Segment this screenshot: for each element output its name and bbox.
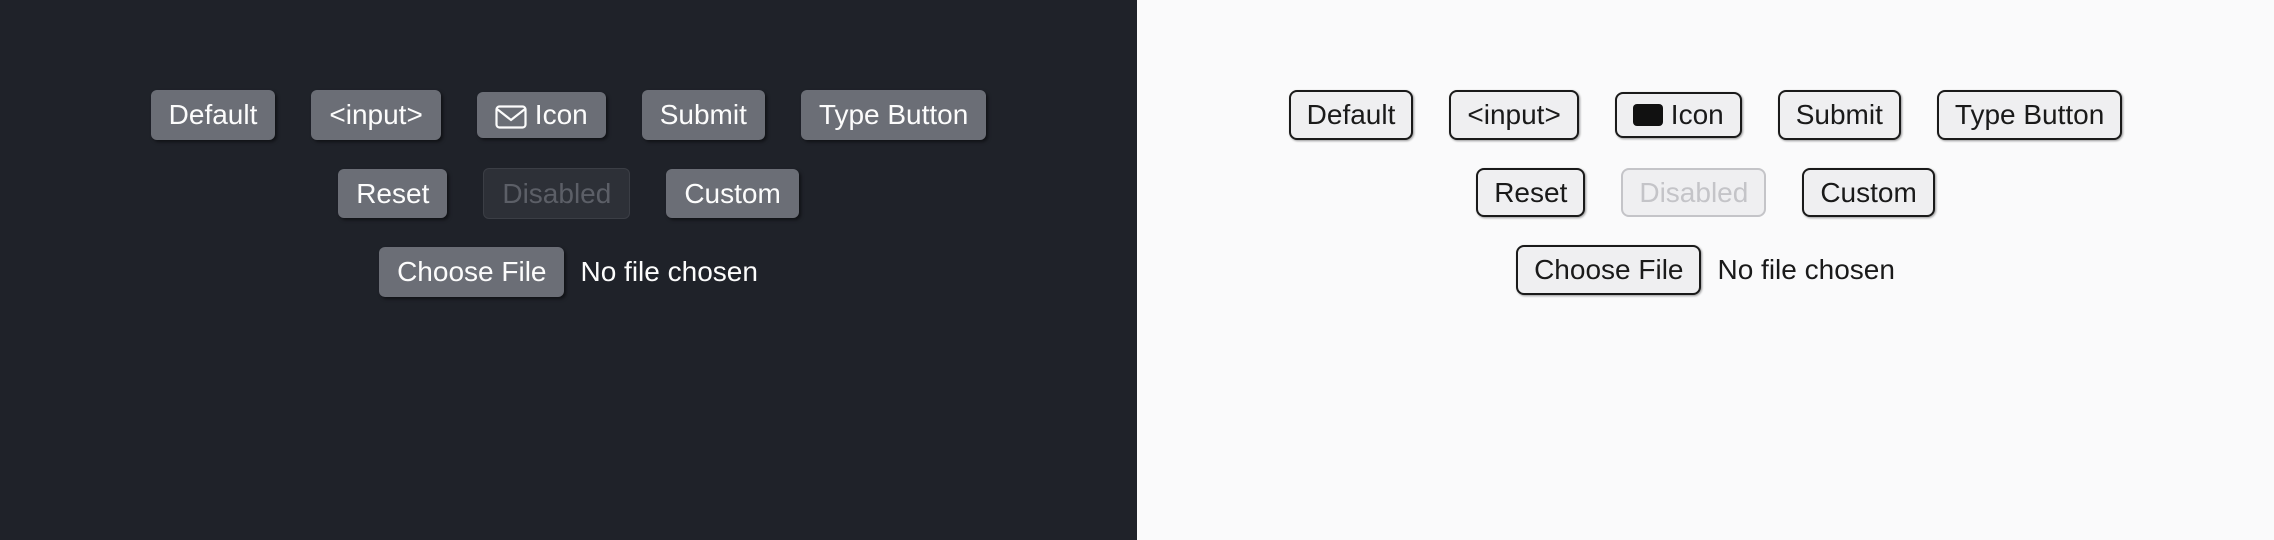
custom-button[interactable]: Custom [666, 169, 798, 219]
light-theme-panel: Default <input> Icon Submit Type Button … [1137, 0, 2274, 540]
icon-button-label: Icon [535, 98, 588, 132]
input-button[interactable]: <input> [1449, 90, 1578, 140]
icon-button-label: Icon [1671, 98, 1724, 132]
file-status-text: No file chosen [580, 256, 757, 288]
icon-button[interactable]: Icon [1615, 92, 1742, 138]
choose-file-button[interactable]: Choose File [1516, 245, 1701, 295]
dark-theme-panel: Default <input> Icon Submit Type Button … [0, 0, 1137, 540]
mail-icon [1633, 104, 1663, 126]
reset-button[interactable]: Reset [1476, 168, 1585, 218]
disabled-button: Disabled [1621, 168, 1766, 218]
submit-button[interactable]: Submit [1778, 90, 1901, 140]
disabled-button: Disabled [483, 168, 630, 220]
light-row-3: Choose File No file chosen [1516, 245, 1895, 295]
light-row-1: Default <input> Icon Submit Type Button [1289, 90, 2123, 140]
default-button[interactable]: Default [1289, 90, 1414, 140]
dark-row-1: Default <input> Icon Submit Type Button [151, 90, 987, 140]
choose-file-button[interactable]: Choose File [379, 247, 564, 297]
icon-button[interactable]: Icon [477, 92, 606, 138]
dark-row-3: Choose File No file chosen [379, 247, 758, 297]
input-button[interactable]: <input> [311, 90, 440, 140]
mail-icon [495, 103, 527, 127]
light-row-2: Reset Disabled Custom [1476, 168, 1935, 218]
dark-row-2: Reset Disabled Custom [338, 168, 799, 220]
default-button[interactable]: Default [151, 90, 276, 140]
custom-button[interactable]: Custom [1802, 168, 1934, 218]
file-input-group: Choose File No file chosen [379, 247, 758, 297]
submit-button[interactable]: Submit [642, 90, 765, 140]
type-button[interactable]: Type Button [1937, 90, 2122, 140]
reset-button[interactable]: Reset [338, 169, 447, 219]
type-button[interactable]: Type Button [801, 90, 986, 140]
file-status-text: No file chosen [1717, 254, 1894, 286]
file-input-group: Choose File No file chosen [1516, 245, 1895, 295]
